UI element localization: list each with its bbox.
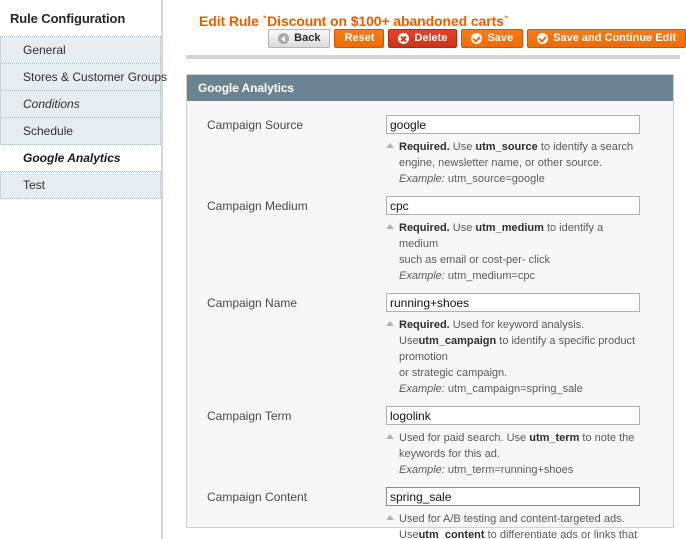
field-row-campaign-medium: Campaign MediumRequired. Use utm_medium … bbox=[187, 196, 673, 293]
campaign-medium-input[interactable] bbox=[386, 196, 640, 215]
delete-button[interactable]: Delete bbox=[388, 29, 457, 48]
page-header: Edit Rule `Discount on $100+ abandoned c… bbox=[180, 0, 686, 48]
field-row-campaign-term: Campaign TermUsed for paid search. Use u… bbox=[187, 406, 673, 487]
campaign-term-label: Campaign Term bbox=[187, 406, 386, 478]
campaign-content-input[interactable] bbox=[386, 487, 640, 506]
hint-utm-param: utm_content bbox=[419, 529, 485, 539]
sidebar-item-test[interactable]: Test bbox=[0, 172, 161, 199]
fieldset-legend: Google Analytics bbox=[187, 75, 673, 101]
campaign-source-control: Required. Use utm_source to identify a s… bbox=[386, 115, 673, 187]
hint-triangle-icon bbox=[386, 434, 394, 439]
google-analytics-fieldset: Google Analytics Campaign SourceRequired… bbox=[186, 74, 674, 528]
hint-triangle-icon bbox=[386, 321, 394, 326]
fields-container: Campaign SourceRequired. Use utm_source … bbox=[187, 101, 673, 539]
main-content: Edit Rule `Discount on $100+ abandoned c… bbox=[180, 0, 686, 539]
hint-utm-param: utm_medium bbox=[475, 222, 543, 234]
save-button[interactable]: Save bbox=[461, 29, 523, 48]
campaign-name-hint: Required. Used for keyword analysis. Use… bbox=[386, 317, 640, 397]
hint-utm-param: utm_campaign bbox=[419, 335, 497, 347]
campaign-medium-hint: Required. Use utm_medium to identify a m… bbox=[386, 220, 640, 284]
sidebar-title: Rule Configuration bbox=[0, 0, 161, 26]
back-arrow-icon bbox=[278, 33, 289, 44]
campaign-content-label: Campaign Content bbox=[187, 487, 386, 539]
button-label: Save bbox=[487, 33, 513, 44]
campaign-name-control: Required. Used for keyword analysis. Use… bbox=[386, 293, 673, 397]
header-divider bbox=[186, 55, 680, 59]
hint-triangle-icon bbox=[386, 515, 394, 520]
sidebar-item-conditions[interactable]: Conditions bbox=[0, 91, 161, 118]
sidebar-nav: GeneralStores & Customer GroupsCondition… bbox=[0, 36, 161, 199]
hint-triangle-icon bbox=[386, 143, 394, 148]
button-label: Reset bbox=[344, 33, 374, 44]
hint-required-label: Required. bbox=[399, 222, 450, 234]
sidebar-item-stores-customer-groups[interactable]: Stores & Customer Groups bbox=[0, 64, 161, 91]
check-circle-icon bbox=[537, 33, 548, 44]
campaign-medium-control: Required. Use utm_medium to identify a m… bbox=[386, 196, 673, 284]
sidebar-item-general[interactable]: General bbox=[0, 37, 161, 64]
campaign-term-control: Used for paid search. Use utm_term to no… bbox=[386, 406, 673, 478]
hint-utm-param: utm_source bbox=[475, 141, 537, 153]
reset-button[interactable]: Reset bbox=[334, 29, 384, 48]
page-title: Edit Rule `Discount on $100+ abandoned c… bbox=[199, 13, 508, 29]
campaign-term-hint: Used for paid search. Use utm_term to no… bbox=[386, 430, 640, 478]
campaign-term-input[interactable] bbox=[386, 406, 640, 425]
hint-required-label: Required. bbox=[399, 319, 450, 331]
campaign-name-label: Campaign Name bbox=[187, 293, 386, 397]
campaign-content-control: Used for A/B testing and content-targete… bbox=[386, 487, 673, 539]
button-label: Back bbox=[294, 33, 320, 44]
button-label: Delete bbox=[414, 33, 447, 44]
sidebar-item-schedule[interactable]: Schedule bbox=[0, 118, 161, 145]
x-circle-icon bbox=[398, 33, 409, 44]
rule-edit-page: Rule Configuration GeneralStores & Custo… bbox=[0, 0, 686, 539]
sidebar: Rule Configuration GeneralStores & Custo… bbox=[0, 0, 163, 539]
field-row-campaign-content: Campaign ContentUsed for A/B testing and… bbox=[187, 487, 673, 539]
campaign-medium-label: Campaign Medium bbox=[187, 196, 386, 284]
hint-example-label: Example: bbox=[399, 383, 445, 395]
campaign-name-input[interactable] bbox=[386, 293, 640, 312]
action-button-bar: Back Reset Delete Save Save and Continue Edi… bbox=[268, 29, 686, 48]
campaign-source-input[interactable] bbox=[386, 115, 640, 134]
hint-example-label: Example: bbox=[399, 173, 445, 185]
sidebar-item-google-analytics[interactable]: Google Analytics bbox=[0, 145, 161, 172]
hint-utm-param: utm_term bbox=[529, 432, 579, 444]
campaign-source-hint: Required. Use utm_source to identify a s… bbox=[386, 139, 640, 187]
save-and-continue-edit-button[interactable]: Save and Continue Edit bbox=[527, 29, 686, 48]
campaign-source-label: Campaign Source bbox=[187, 115, 386, 187]
check-circle-icon bbox=[471, 33, 482, 44]
back-button[interactable]: Back bbox=[268, 29, 330, 48]
field-row-campaign-name: Campaign NameRequired. Used for keyword … bbox=[187, 293, 673, 406]
field-row-campaign-source: Campaign SourceRequired. Use utm_source … bbox=[187, 115, 673, 196]
hint-example-label: Example: bbox=[399, 270, 445, 282]
hint-required-label: Required. bbox=[399, 141, 450, 153]
hint-example-label: Example: bbox=[399, 464, 445, 476]
campaign-content-hint: Used for A/B testing and content-targete… bbox=[386, 511, 640, 539]
button-label: Save and Continue Edit bbox=[553, 33, 676, 44]
hint-triangle-icon bbox=[386, 224, 394, 229]
